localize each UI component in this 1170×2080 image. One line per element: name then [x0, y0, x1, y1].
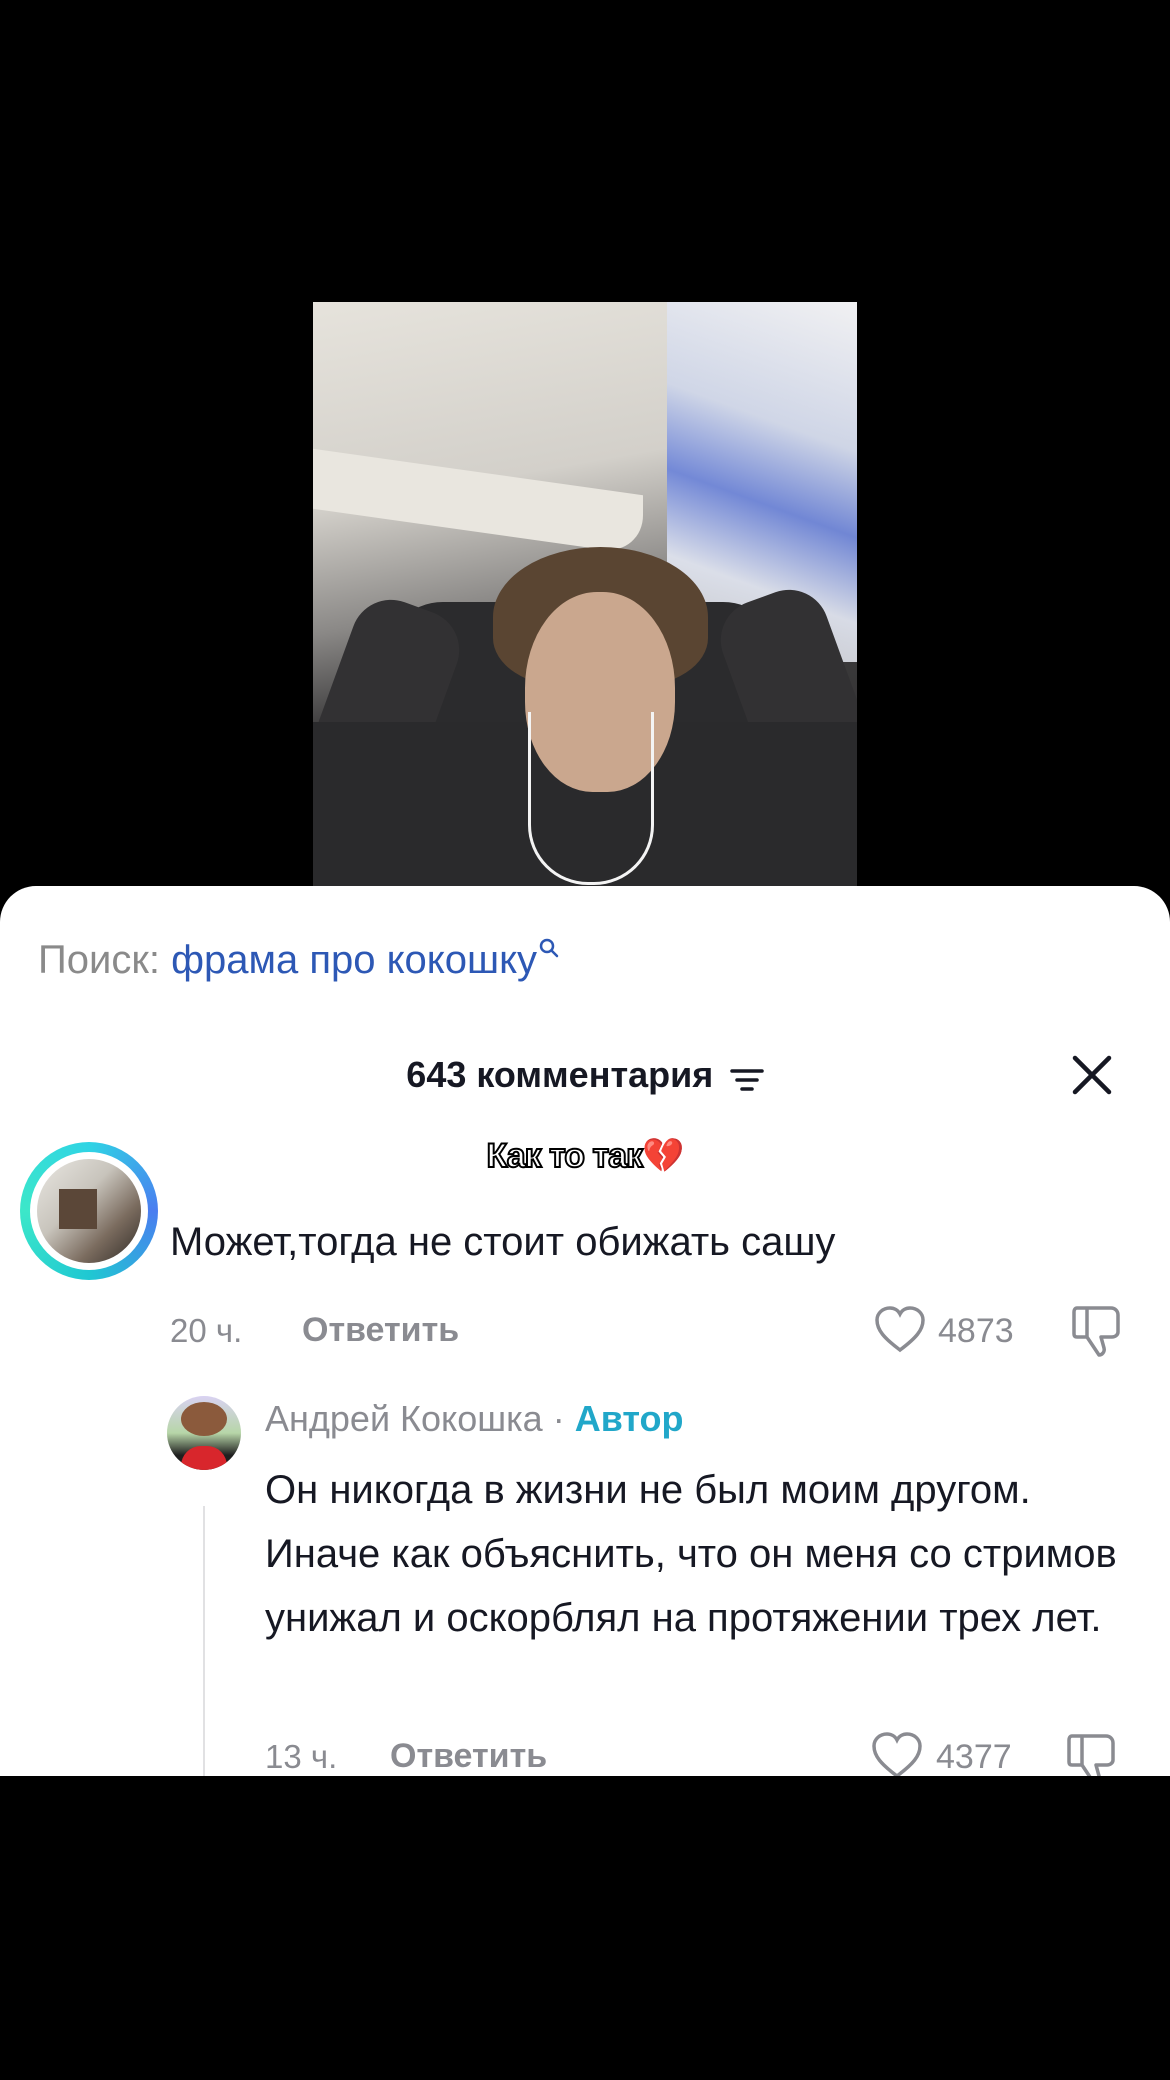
like-count: 4377 — [936, 1738, 1012, 1776]
dislike-icon[interactable] — [1071, 1304, 1123, 1363]
close-icon[interactable] — [1071, 1054, 1113, 1096]
text-sticker: Как то так💔 — [0, 1136, 1170, 1176]
heart-icon[interactable] — [874, 1306, 926, 1359]
comment-count: 643 комментария — [406, 1054, 714, 1095]
reply-button[interactable]: Ответить — [390, 1737, 547, 1776]
broken-heart-emoji: 💔 — [642, 1137, 684, 1175]
sort-lines-icon[interactable] — [729, 1067, 764, 1098]
overhead-bin — [313, 448, 643, 556]
search-label: Поиск: — [38, 938, 160, 982]
author-line[interactable]: Андрей Кокошка · Автор — [265, 1398, 684, 1440]
earphone-cord — [528, 712, 654, 885]
like-count: 4873 — [938, 1312, 1014, 1350]
reply-button[interactable]: Ответить — [302, 1311, 459, 1350]
commenter-avatar[interactable] — [20, 1142, 158, 1280]
comment-text: Может,тогда не стоит обижать сашу — [170, 1220, 836, 1264]
dislike-icon[interactable] — [1066, 1732, 1118, 1776]
comment-time: 20 ч. — [170, 1312, 243, 1349]
sticker-text: Как то так — [486, 1136, 645, 1176]
video-frame[interactable] — [313, 302, 857, 900]
reply-time: 13 ч. — [265, 1738, 338, 1775]
author-name[interactable]: Андрей Кокошка — [265, 1398, 543, 1439]
heart-icon[interactable] — [871, 1732, 923, 1776]
author-badge: Автор — [574, 1398, 684, 1439]
author-separator: · — [552, 1398, 565, 1439]
search-suggestion[interactable]: Поиск: фрама про кокошку — [38, 938, 559, 983]
search-query[interactable]: фрама про кокошку — [171, 938, 537, 982]
author-avatar[interactable] — [167, 1396, 241, 1470]
comments-sheet: Поиск: фрама про кокошку 643 комментария… — [0, 886, 1170, 1776]
search-icon[interactable] — [539, 938, 559, 966]
adidas-logo-icon — [59, 1189, 97, 1229]
thread-line — [203, 1506, 205, 1776]
reply-text: Он никогда в жизни не был моим другом. И… — [265, 1468, 1117, 1640]
comments-header: 643 комментария — [0, 1054, 1170, 1098]
